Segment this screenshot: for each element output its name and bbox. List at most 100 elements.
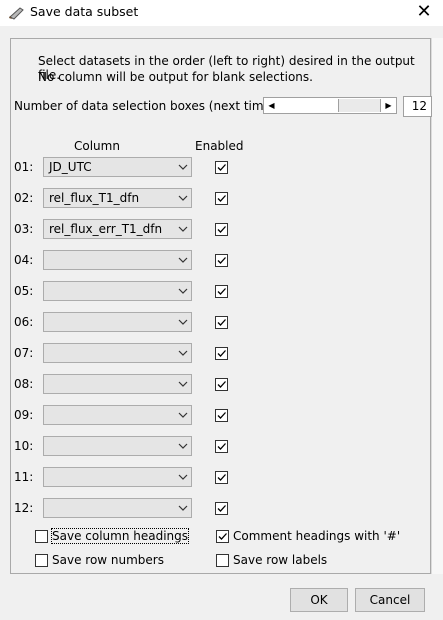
dataset-row: 03: rel_flux_err_T1_dfn bbox=[11, 219, 432, 239]
row-number: 12: bbox=[14, 501, 34, 515]
chevron-down-icon bbox=[178, 195, 188, 201]
chevron-down-icon bbox=[178, 443, 188, 449]
checkmark-icon bbox=[217, 474, 226, 481]
row-number: 11: bbox=[14, 470, 34, 484]
column-select[interactable] bbox=[43, 374, 192, 394]
instruction-line-2: No column will be output for blank selec… bbox=[38, 70, 313, 84]
column-select[interactable] bbox=[43, 281, 192, 301]
window-title: Save data subset bbox=[30, 4, 139, 19]
checkmark-icon bbox=[217, 319, 226, 326]
checkmark-icon bbox=[218, 533, 227, 540]
dataset-row: 05: bbox=[11, 281, 432, 301]
side-strip bbox=[431, 38, 443, 574]
scroll-left-arrow-icon[interactable]: ◀ bbox=[264, 98, 279, 113]
column-select[interactable] bbox=[43, 436, 192, 456]
chevron-down-icon bbox=[178, 381, 188, 387]
row-number: 10: bbox=[14, 439, 34, 453]
dataset-row: 06: bbox=[11, 312, 432, 332]
dataset-row: 12: bbox=[11, 498, 432, 518]
row-number: 08: bbox=[14, 377, 34, 391]
column-select[interactable] bbox=[43, 467, 192, 487]
checkmark-icon bbox=[217, 505, 226, 512]
enabled-checkbox[interactable] bbox=[215, 285, 228, 298]
scroll-right-arrow-icon[interactable]: ▶ bbox=[381, 98, 396, 113]
column-select[interactable]: rel_flux_err_T1_dfn bbox=[43, 219, 192, 239]
checkmark-icon bbox=[217, 195, 226, 202]
chevron-down-icon bbox=[178, 319, 188, 325]
checkmark-icon bbox=[217, 381, 226, 388]
save-row-numbers-label: Save row numbers bbox=[52, 553, 164, 567]
comment-headings-checkbox[interactable] bbox=[216, 530, 229, 543]
row-number: 07: bbox=[14, 346, 34, 360]
enabled-checkbox[interactable] bbox=[215, 409, 228, 422]
save-row-numbers-checkbox[interactable] bbox=[35, 554, 48, 567]
enabled-checkbox[interactable] bbox=[215, 254, 228, 267]
enabled-header: Enabled bbox=[195, 139, 244, 153]
cancel-button[interactable]: Cancel bbox=[355, 588, 425, 612]
scroll-thumb[interactable] bbox=[338, 99, 381, 112]
checkmark-icon bbox=[217, 288, 226, 295]
dataset-row: 07: bbox=[11, 343, 432, 363]
column-header: Column bbox=[74, 139, 120, 153]
checkmark-icon bbox=[217, 443, 226, 450]
row-number: 06: bbox=[14, 315, 34, 329]
column-select[interactable] bbox=[43, 498, 192, 518]
title-bar: Save data subset ✕ bbox=[0, 0, 443, 26]
scroll-track[interactable] bbox=[279, 98, 381, 113]
row-number: 03: bbox=[14, 222, 34, 236]
ok-button[interactable]: OK bbox=[290, 588, 348, 612]
enabled-checkbox[interactable] bbox=[215, 223, 228, 236]
chevron-down-icon bbox=[178, 226, 188, 232]
save-column-headings-label: Save column headings bbox=[50, 528, 190, 544]
save-column-headings-checkbox[interactable] bbox=[35, 530, 48, 543]
chevron-down-icon bbox=[178, 412, 188, 418]
chevron-down-icon bbox=[178, 505, 188, 511]
selection-boxes-value[interactable]: 12 bbox=[403, 96, 432, 117]
column-select[interactable] bbox=[43, 250, 192, 270]
enabled-checkbox[interactable] bbox=[215, 192, 228, 205]
chevron-down-icon bbox=[178, 474, 188, 480]
column-select-value: rel_flux_err_T1_dfn bbox=[49, 222, 163, 236]
column-select[interactable]: rel_flux_T1_dfn bbox=[43, 188, 192, 208]
chevron-down-icon bbox=[178, 164, 188, 170]
column-select[interactable]: JD_UTC bbox=[43, 157, 192, 177]
row-number: 02: bbox=[14, 191, 34, 205]
column-select-value: rel_flux_T1_dfn bbox=[49, 191, 140, 205]
save-row-labels-label: Save row labels bbox=[233, 553, 328, 567]
chevron-down-icon bbox=[178, 350, 188, 356]
dataset-row: 09: bbox=[11, 405, 432, 425]
save-row-labels-checkbox[interactable] bbox=[216, 554, 229, 567]
dialog-body: Select datasets in the order (left to ri… bbox=[0, 26, 443, 620]
settings-panel: Select datasets in the order (left to ri… bbox=[10, 38, 432, 574]
dataset-row: 04: bbox=[11, 250, 432, 270]
dataset-row: 01: JD_UTC bbox=[11, 157, 432, 177]
column-select[interactable] bbox=[43, 405, 192, 425]
column-select[interactable] bbox=[43, 312, 192, 332]
checkmark-icon bbox=[217, 226, 226, 233]
row-number: 05: bbox=[14, 284, 34, 298]
column-select-value: JD_UTC bbox=[49, 160, 92, 174]
enabled-checkbox[interactable] bbox=[215, 502, 228, 515]
comment-headings-label: Comment headings with '#' bbox=[233, 529, 401, 543]
enabled-checkbox[interactable] bbox=[215, 161, 228, 174]
checkmark-icon bbox=[217, 257, 226, 264]
row-number: 01: bbox=[14, 160, 34, 174]
selection-boxes-scrollbar[interactable]: ◀ ▶ bbox=[263, 97, 397, 114]
row-number: 04: bbox=[14, 253, 34, 267]
enabled-checkbox[interactable] bbox=[215, 440, 228, 453]
enabled-checkbox[interactable] bbox=[215, 347, 228, 360]
checkmark-icon bbox=[217, 350, 226, 357]
chevron-down-icon bbox=[178, 257, 188, 263]
enabled-checkbox[interactable] bbox=[215, 378, 228, 391]
enabled-checkbox[interactable] bbox=[215, 316, 228, 329]
dataset-row: 08: bbox=[11, 374, 432, 394]
checkmark-icon bbox=[217, 164, 226, 171]
chevron-down-icon bbox=[178, 288, 188, 294]
dataset-row: 10: bbox=[11, 436, 432, 456]
dataset-row: 02: rel_flux_T1_dfn bbox=[11, 188, 432, 208]
column-select[interactable] bbox=[43, 343, 192, 363]
enabled-checkbox[interactable] bbox=[215, 471, 228, 484]
row-number: 09: bbox=[14, 408, 34, 422]
app-brush-icon bbox=[9, 7, 24, 20]
close-button[interactable]: ✕ bbox=[413, 2, 435, 24]
